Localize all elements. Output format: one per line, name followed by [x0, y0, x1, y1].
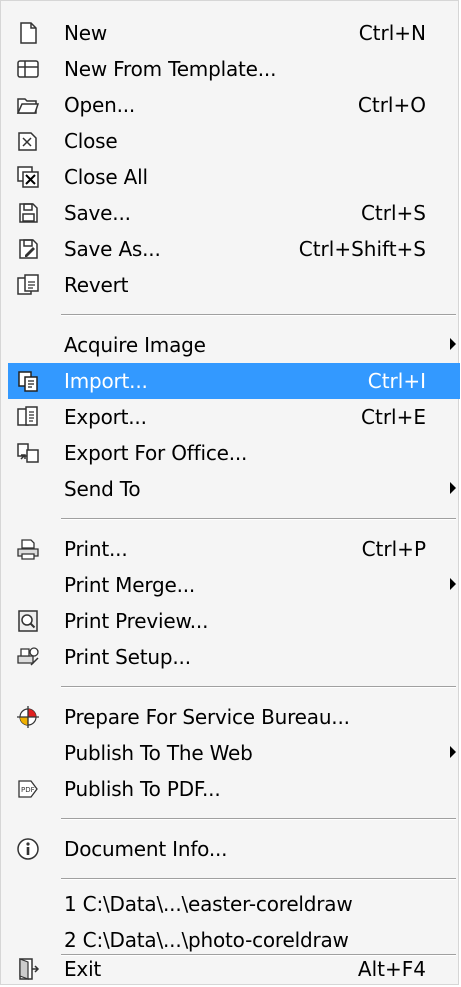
export-office-icon [17, 443, 39, 463]
printer-icon [17, 539, 39, 560]
menu-item-shortcut: Ctrl+S [360, 201, 426, 225]
import-icon [18, 371, 38, 392]
open-folder-icon [16, 98, 40, 114]
menu-item-shortcut: Alt+F4 [357, 957, 426, 981]
menu-item-label: Publish To PDF... [64, 777, 221, 801]
menu-item-print-preview[interactable]: Print Preview... [8, 603, 460, 639]
menu-item-label: Acquire Image [64, 333, 206, 357]
menu-item-export[interactable]: Export... Ctrl+E [8, 399, 460, 435]
new-from-template-icon [17, 60, 39, 78]
menu-item-shortcut: Ctrl+N [358, 21, 426, 45]
menu-separator [61, 686, 456, 688]
menu-separator [61, 818, 456, 820]
export-icon [17, 406, 38, 426]
menu-item-label: Export For Office... [64, 441, 248, 465]
menu-item-label: 2 C:\Data\...\photo-coreldraw [64, 928, 349, 952]
menu-item-print-setup[interactable]: Print Setup... [8, 639, 460, 675]
menu-item-label: 1 C:\Data\...\easter-coreldraw [64, 892, 353, 916]
menu-item-print[interactable]: Print... Ctrl+P [8, 531, 460, 567]
menu-item-send-to[interactable]: Send To [8, 471, 460, 507]
submenu-arrow-icon [450, 746, 456, 758]
menu-item-shortcut: Ctrl+I [367, 369, 426, 393]
menu-item-export-for-office[interactable]: Export For Office... [8, 435, 460, 471]
menu-item-open[interactable]: Open... Ctrl+O [8, 87, 460, 123]
save-as-icon [19, 239, 38, 259]
print-preview-icon [18, 610, 38, 632]
menu-item-label: New From Template... [64, 57, 277, 81]
close-all-icon [17, 166, 39, 188]
menu-item-label: Print Setup... [64, 645, 191, 669]
menu-item-label: Export... [64, 405, 147, 429]
menu-item-revert[interactable]: Revert [8, 267, 460, 303]
menu-item-shortcut: Ctrl+E [361, 405, 426, 429]
submenu-arrow-icon [450, 578, 456, 590]
menu-item-recent-file-1[interactable]: 1 C:\Data\...\easter-coreldraw [8, 886, 460, 922]
menu-item-label: Close [64, 129, 118, 153]
menu-item-label: Send To [64, 477, 141, 501]
menu-item-label: Exit [64, 957, 102, 981]
menu-item-save-as[interactable]: Save As... Ctrl+Shift+S [8, 231, 460, 267]
menu-item-label: Print Merge... [64, 573, 196, 597]
menu-item-save[interactable]: Save... Ctrl+S [8, 195, 460, 231]
file-menu: New Ctrl+N New From Template... Open... … [0, 0, 460, 987]
menu-item-label: Document Info... [64, 837, 228, 861]
revert-icon [17, 274, 39, 295]
menu-item-label: Save As... [64, 237, 161, 261]
menu-item-new-from-template[interactable]: New From Template... [8, 51, 460, 87]
menu-item-label: Open... [64, 93, 136, 117]
menu-item-label: Close All [64, 165, 148, 189]
menu-separator [61, 878, 456, 880]
menu-item-prepare-service-bureau[interactable]: Prepare For Service Bureau... [8, 699, 460, 735]
menu-item-close[interactable]: Close [8, 123, 460, 159]
close-document-icon [18, 132, 37, 151]
svg-text:PDF: PDF [21, 786, 35, 794]
submenu-arrow-icon [450, 482, 456, 494]
menu-separator [61, 314, 456, 316]
menu-item-publish-to-web[interactable]: Publish To The Web [8, 735, 460, 771]
new-document-icon [20, 22, 37, 44]
menu-item-label: Import... [64, 369, 148, 393]
menu-item-shortcut: Ctrl+O [357, 93, 426, 117]
menu-item-publish-to-pdf[interactable]: PDF Publish To PDF... [8, 771, 460, 807]
menu-item-label: Save... [64, 201, 131, 225]
menu-item-label: Publish To The Web [64, 741, 253, 765]
menu-item-shortcut: Ctrl+P [361, 537, 426, 561]
menu-item-new[interactable]: New Ctrl+N [8, 15, 460, 51]
menu-separator [61, 518, 456, 520]
exit-icon [19, 958, 40, 980]
service-bureau-icon [17, 706, 39, 728]
save-icon [19, 203, 38, 223]
print-setup-icon [17, 647, 39, 666]
menu-item-print-merge[interactable]: Print Merge... [8, 567, 460, 603]
info-icon [17, 838, 39, 860]
menu-item-exit[interactable]: Exit Alt+F4 [8, 951, 460, 987]
menu-item-acquire-image[interactable]: Acquire Image [8, 327, 460, 363]
menu-item-label: Print... [64, 537, 128, 561]
pdf-icon: PDF [18, 780, 38, 798]
menu-item-label: Print Preview... [64, 609, 209, 633]
menu-item-import[interactable]: Import... Ctrl+I [8, 363, 460, 399]
menu-item-close-all[interactable]: Close All [8, 159, 460, 195]
menu-item-document-info[interactable]: Document Info... [8, 831, 460, 867]
submenu-arrow-icon [450, 338, 456, 350]
menu-item-label: New [64, 21, 108, 45]
menu-item-label: Revert [64, 273, 129, 297]
menu-item-shortcut: Ctrl+Shift+S [298, 237, 426, 261]
menu-item-label: Prepare For Service Bureau... [64, 705, 350, 729]
